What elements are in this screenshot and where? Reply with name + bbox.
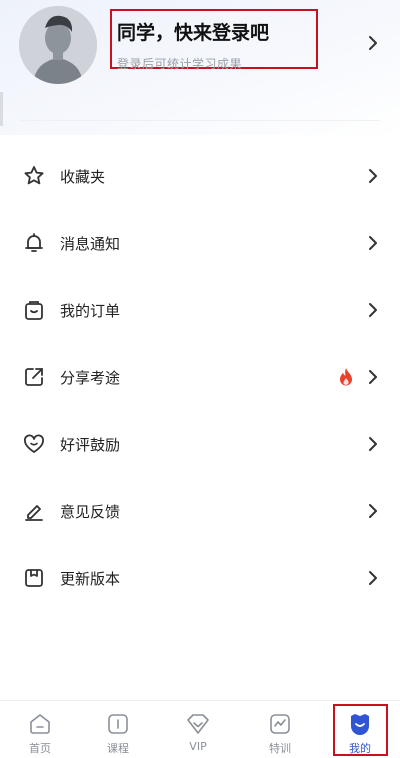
chevron-right-icon (368, 302, 378, 322)
menu-item-update[interactable]: 更新版本 (0, 544, 400, 611)
share-icon (22, 365, 46, 389)
tab-mine-highlight (333, 704, 388, 756)
menu-label: 收藏夹 (60, 168, 106, 186)
login-title[interactable]: 同学，快来登录吧 (117, 18, 269, 45)
edge-indicator (0, 92, 3, 126)
vip-icon (185, 711, 211, 737)
tab-vip[interactable]: VIP (158, 701, 238, 758)
menu-label: 消息通知 (60, 235, 121, 253)
heart-icon (22, 432, 46, 456)
menu-item-orders[interactable]: 我的订单 (0, 276, 400, 343)
tab-label: VIP (189, 740, 207, 753)
menu-item-feedback[interactable]: 意见反馈 (0, 477, 400, 544)
tab-label: 首页 (29, 742, 51, 755)
order-bag-icon (22, 298, 46, 322)
chevron-right-icon (368, 168, 378, 188)
chevron-right-icon (368, 570, 378, 590)
menu-item-share[interactable]: 分享考途 (0, 343, 400, 410)
tab-courses[interactable]: 课程 (78, 701, 158, 758)
menu-label: 意见反馈 (60, 503, 121, 521)
chevron-right-icon (368, 369, 378, 389)
menu-label: 好评鼓励 (60, 436, 121, 454)
profile-page: 同学，快来登录吧 登录后可统计学习成果 收藏夹 消息通知 我的订单 分享考途 好… (0, 0, 400, 758)
menu-list: 收藏夹 消息通知 我的订单 分享考途 好评鼓励 意见反馈 更新版本 (0, 142, 400, 611)
menu-item-favorites[interactable]: 收藏夹 (0, 142, 400, 209)
pen-icon (22, 499, 46, 523)
update-icon (22, 566, 46, 590)
menu-label: 我的订单 (60, 302, 121, 320)
fire-icon (338, 367, 354, 391)
star-icon (22, 164, 46, 188)
tab-training[interactable]: 特训 (240, 701, 320, 758)
chevron-right-icon (368, 436, 378, 456)
tab-home[interactable]: 首页 (0, 701, 80, 758)
training-icon (267, 711, 293, 737)
login-prompt-row[interactable]: 同学，快来登录吧 登录后可统计学习成果 (0, 0, 400, 95)
tab-label: 课程 (107, 742, 129, 755)
chevron-right-icon (368, 235, 378, 255)
menu-label: 更新版本 (60, 570, 121, 588)
menu-label: 分享考途 (60, 369, 121, 387)
bell-icon (22, 231, 46, 255)
course-icon (105, 711, 131, 737)
chevron-right-icon (368, 503, 378, 523)
menu-item-rate[interactable]: 好评鼓励 (0, 410, 400, 477)
avatar[interactable] (19, 6, 97, 84)
menu-item-notifications[interactable]: 消息通知 (0, 209, 400, 276)
tab-label: 特训 (269, 742, 291, 755)
home-icon (27, 711, 53, 737)
login-subtitle: 登录后可统计学习成果 (117, 57, 243, 71)
header-divider (20, 120, 380, 121)
chevron-right-icon (368, 35, 378, 55)
